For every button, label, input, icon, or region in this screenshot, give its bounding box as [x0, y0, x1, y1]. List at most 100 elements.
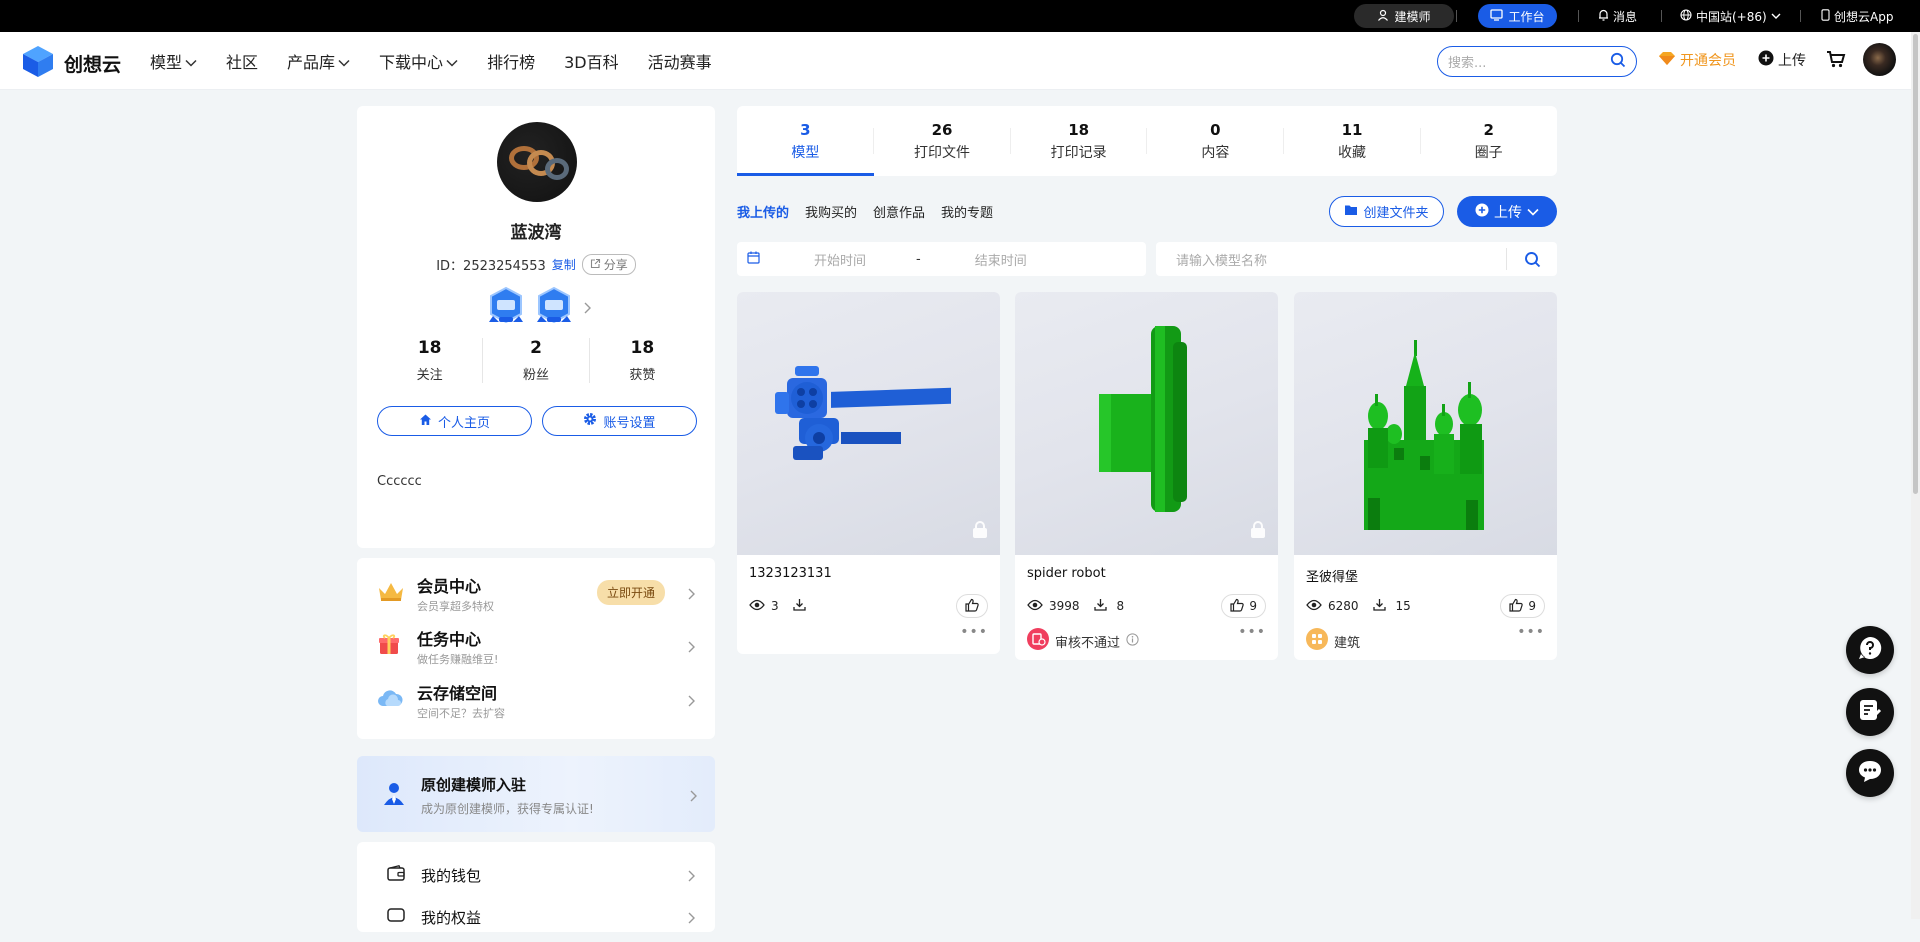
- like-button[interactable]: 9: [1221, 594, 1266, 618]
- top-bar: 建模师 工作台 消息 中国站(+86) 创想云App: [0, 0, 1920, 32]
- subtab-uploaded[interactable]: 我上传的: [737, 202, 789, 221]
- start-date-input[interactable]: 开始时间: [814, 250, 866, 269]
- cart-icon[interactable]: [1826, 50, 1846, 72]
- user-id: ID：2523254553: [436, 259, 546, 274]
- folder-icon: [1344, 204, 1358, 220]
- modeler-button[interactable]: 建模师: [1354, 4, 1454, 28]
- tab-count: 0: [1210, 120, 1221, 139]
- thumbs-up-icon: [1230, 598, 1245, 615]
- logo[interactable]: 创想云: [20, 44, 121, 82]
- chevron-down-icon: [338, 52, 350, 71]
- stat-following[interactable]: 18 关注: [377, 338, 484, 383]
- more-options-icon[interactable]: •••: [1517, 624, 1545, 640]
- model-name-input[interactable]: 请输入模型名称: [1176, 250, 1506, 269]
- share-button[interactable]: 分享: [581, 254, 636, 275]
- model-category[interactable]: 建筑: [1306, 628, 1360, 654]
- nav-item-products[interactable]: 产品库: [287, 49, 350, 73]
- nav-item-label: 活动赛事: [647, 53, 712, 72]
- model-name[interactable]: spider robot: [1027, 566, 1106, 581]
- model-thumbnail[interactable]: [737, 292, 1000, 555]
- plus-circle-icon: [1758, 50, 1774, 70]
- model-card[interactable]: 1323123131 3 •••: [737, 292, 1000, 654]
- copy-button[interactable]: 复制: [552, 256, 576, 273]
- more-options-icon[interactable]: •••: [960, 624, 988, 640]
- download-icon[interactable]: [1372, 598, 1386, 614]
- vip-link[interactable]: 开通会员: [1658, 50, 1736, 70]
- model-card[interactable]: spider robot 3998 8 9 审核不通过 •••: [1015, 292, 1278, 660]
- model-name[interactable]: 1323123131: [749, 566, 832, 581]
- task-center-item[interactable]: 任务中心 做任务赚融维豆!: [377, 621, 695, 671]
- chevron-right-icon: [689, 787, 697, 806]
- note-edit-icon: [1858, 698, 1882, 726]
- workbench-button[interactable]: 工作台: [1478, 4, 1557, 28]
- search-icon[interactable]: [1610, 52, 1626, 72]
- model-card[interactable]: 圣彼得堡 6280 15 9 建筑 •••: [1294, 292, 1557, 660]
- model-stats: 3: [749, 598, 806, 614]
- main-nav: 创想云 模型 社区 产品库 下载中心 排行榜 3D百科 活动赛事 搜索... 开…: [0, 32, 1920, 90]
- tab-favorites[interactable]: 11 收藏: [1284, 106, 1421, 176]
- date-range-picker[interactable]: 开始时间 - 结束时间: [737, 242, 1146, 276]
- lock-icon: [972, 521, 988, 543]
- tab-models[interactable]: 3 模型: [737, 106, 874, 176]
- profile-card: 蓝波湾 ID：2523254553 复制 分享 18 关注 2 粉丝 18 获赞 个人…: [357, 106, 715, 548]
- end-date-input[interactable]: 结束时间: [975, 250, 1027, 269]
- app-link[interactable]: 创想云App: [1821, 0, 1893, 32]
- like-button[interactable]: 9: [1500, 594, 1545, 618]
- model-name[interactable]: 圣彼得堡: [1306, 566, 1358, 585]
- download-icon[interactable]: [792, 598, 806, 614]
- tab-circles[interactable]: 2 圈子: [1420, 106, 1557, 176]
- account-settings-button[interactable]: 账号设置: [542, 406, 697, 436]
- badge-list[interactable]: [487, 286, 591, 330]
- messages-link[interactable]: 消息: [1598, 0, 1637, 32]
- user-avatar[interactable]: [1863, 43, 1896, 76]
- activate-now-button[interactable]: 立即开通: [596, 580, 665, 605]
- creator-banner[interactable]: 原创建模师入驻 成为原创建模师，获得专属认证!: [357, 756, 715, 832]
- cube-logo-icon: [20, 44, 56, 82]
- stat-followers[interactable]: 2 粉丝: [483, 338, 590, 383]
- nav-item-downloads[interactable]: 下载中心: [379, 49, 458, 73]
- stat-label: 关注: [416, 368, 443, 383]
- upload-button[interactable]: 上传: [1457, 196, 1557, 227]
- model-preview-image: [1099, 326, 1187, 512]
- tab-print-records[interactable]: 18 打印记录: [1010, 106, 1147, 176]
- personal-home-button[interactable]: 个人主页: [377, 406, 532, 436]
- model-thumbnail[interactable]: [1294, 292, 1557, 555]
- model-thumbnail[interactable]: [1015, 292, 1278, 555]
- scrollbar-thumb[interactable]: [1913, 34, 1918, 494]
- nav-item-community[interactable]: 社区: [226, 49, 258, 73]
- search-icon[interactable]: [1507, 251, 1557, 268]
- subtab-purchased[interactable]: 我购买的: [805, 202, 857, 221]
- feedback-button[interactable]: [1846, 688, 1894, 736]
- stat-likes[interactable]: 18 获赞: [590, 338, 695, 383]
- tab-label: 收藏: [1338, 144, 1367, 161]
- help-button[interactable]: [1846, 626, 1894, 674]
- chat-button[interactable]: [1846, 749, 1894, 797]
- nav-item-events[interactable]: 活动赛事: [648, 49, 712, 73]
- nav-item-ranking[interactable]: 排行榜: [487, 49, 535, 73]
- upload-link[interactable]: 上传: [1758, 50, 1806, 70]
- model-name-search[interactable]: 请输入模型名称: [1156, 242, 1557, 276]
- like-button[interactable]: [956, 594, 988, 618]
- chevron-down-icon: [1771, 9, 1781, 23]
- ring-image: [545, 158, 569, 180]
- nav-item-wiki[interactable]: 3D百科: [564, 49, 619, 73]
- nav-item-label: 产品库: [287, 53, 336, 72]
- cloud-storage-item[interactable]: 云存储空间 空间不足？去扩容: [377, 675, 695, 725]
- tab-print-files[interactable]: 26 打印文件: [874, 106, 1011, 176]
- subtab-my-topics[interactable]: 我的专题: [941, 202, 993, 221]
- info-icon[interactable]: [1126, 632, 1139, 650]
- search-input[interactable]: 搜索...: [1437, 46, 1637, 77]
- vip-center-item[interactable]: 会员中心 会员享超多特权 立即开通: [377, 568, 695, 618]
- subtab-creative-works[interactable]: 创意作品: [873, 202, 925, 221]
- stat-number: 2: [530, 338, 542, 358]
- create-folder-button[interactable]: 创建文件夹: [1329, 196, 1444, 227]
- nav-item-label: 模型: [150, 53, 183, 72]
- nav-item-models[interactable]: 模型: [150, 49, 197, 73]
- gear-icon: [583, 412, 597, 430]
- more-options-icon[interactable]: •••: [1238, 624, 1266, 640]
- tab-content[interactable]: 0 内容: [1147, 106, 1284, 176]
- cloud-icon: [377, 688, 417, 712]
- rights-item[interactable]: 我的权益: [377, 892, 695, 942]
- region-select[interactable]: 中国站(+86): [1680, 0, 1781, 32]
- download-icon[interactable]: [1093, 598, 1107, 614]
